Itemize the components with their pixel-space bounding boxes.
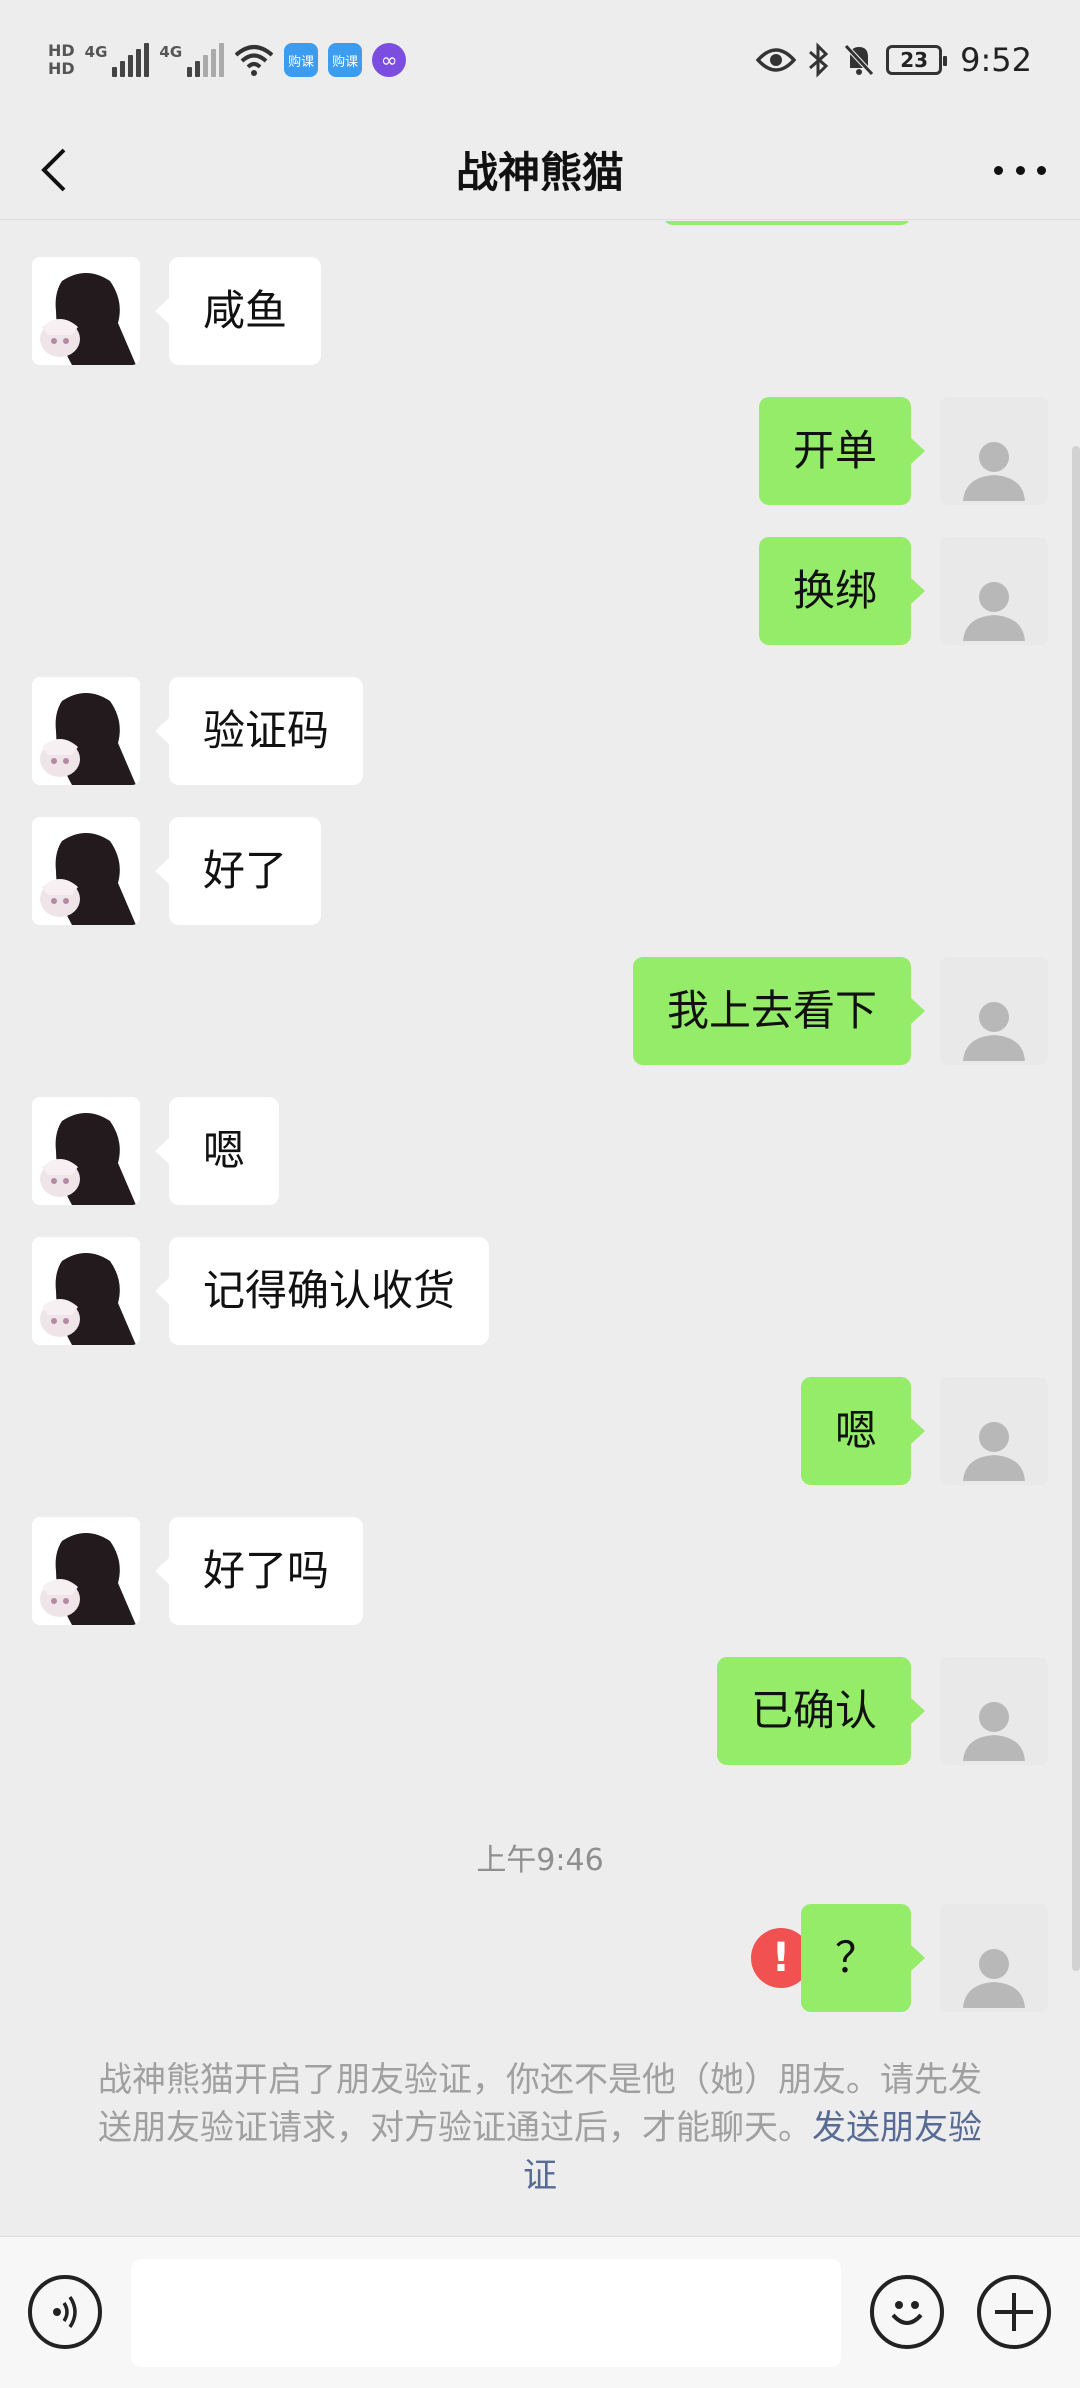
message-list[interactable]: 咸鱼 开单 换绑 验证码 好了 我上去看下 嗯 记得确认收货 嗯 好了吗 已确认 xyxy=(0,221,1080,2021)
wifi-icon xyxy=(234,45,274,76)
anime-avatar-icon xyxy=(32,677,140,785)
message-bubble[interactable]: 好了吗 xyxy=(154,1517,364,1625)
message-row: 好了吗 xyxy=(0,1517,1080,1625)
status-left: HD HD 4G 4G 购课 购课 ∞ xyxy=(48,42,407,78)
bluetooth-icon xyxy=(809,42,829,78)
message-row: 好了 xyxy=(0,817,1080,925)
message-bubble[interactable]: 我上去看下 xyxy=(632,957,926,1065)
emoji-button[interactable] xyxy=(870,2275,944,2349)
message-row: 换绑 xyxy=(0,537,1080,645)
time-separator: 上午9:46 xyxy=(476,1843,604,1878)
anime-avatar-icon xyxy=(32,257,140,365)
friend-verification-notice: 战神熊猫开启了朋友验证，你还不是他（她）朋友。请先发送朋友验证请求，对方验证通过… xyxy=(90,2056,990,2200)
infinity-app-icon: ∞ xyxy=(372,43,407,77)
self-avatar[interactable] xyxy=(940,1657,1048,1765)
self-avatar[interactable] xyxy=(940,397,1048,505)
more-actions-button[interactable] xyxy=(977,2275,1051,2349)
chat-header: 战神熊猫 xyxy=(0,120,1080,220)
message-bubble[interactable]: 验证码 xyxy=(154,677,364,785)
peer-avatar[interactable] xyxy=(32,1237,140,1345)
battery-icon: 23 xyxy=(886,45,948,75)
scrollbar[interactable] xyxy=(1072,446,1080,1971)
self-avatar[interactable] xyxy=(940,1377,1048,1485)
self-avatar[interactable] xyxy=(940,537,1048,645)
default-user-icon xyxy=(963,582,1025,641)
message-bubble[interactable]: 好了 xyxy=(154,817,322,925)
peer-avatar[interactable] xyxy=(32,817,140,925)
default-user-icon xyxy=(963,1422,1025,1481)
smiley-icon xyxy=(891,2301,923,2325)
message-row: 验证码 xyxy=(0,677,1080,785)
hd-label-1: HD xyxy=(48,41,75,60)
message-bubble[interactable]: 嗯 xyxy=(154,1097,280,1205)
voice-input-button[interactable] xyxy=(28,2275,102,2349)
status-clock: 9:52 xyxy=(960,41,1032,79)
network-type-1: 4G xyxy=(84,43,108,61)
message-bubble[interactable]: 记得确认收货 xyxy=(154,1237,490,1345)
chevron-left-icon xyxy=(41,148,66,192)
message-row: ! ？ xyxy=(0,1904,1080,2012)
muted-bell-icon xyxy=(844,44,874,76)
chat-title: 战神熊猫 xyxy=(455,148,624,197)
message-row: 嗯 xyxy=(0,1097,1080,1205)
default-user-icon xyxy=(963,1702,1025,1761)
self-avatar[interactable] xyxy=(940,957,1048,1065)
default-user-icon xyxy=(963,1949,1025,2008)
app-notification-icon-1: 购课 xyxy=(284,43,319,77)
hd-indicator: HD HD xyxy=(48,42,75,78)
eye-icon xyxy=(756,48,797,72)
default-user-icon xyxy=(963,1002,1025,1061)
peer-avatar[interactable] xyxy=(32,257,140,365)
message-row: 已确认 xyxy=(0,1657,1080,1765)
plus-icon xyxy=(995,2293,1033,2331)
message-row: 记得确认收货 xyxy=(0,1237,1080,1345)
status-right: 23 9:52 xyxy=(756,41,1032,79)
message-row: 咸鱼 xyxy=(0,257,1080,365)
message-bubble[interactable]: 咸鱼 xyxy=(154,257,322,365)
message-input[interactable] xyxy=(131,2259,841,2367)
message-bubble[interactable]: ？ xyxy=(800,1904,926,2012)
anime-avatar-icon xyxy=(32,1517,140,1625)
back-button[interactable] xyxy=(30,144,82,196)
peer-avatar[interactable] xyxy=(32,677,140,785)
more-options-button[interactable] xyxy=(990,144,1050,196)
message-bubble[interactable]: 嗯 xyxy=(800,1377,926,1485)
network-type-2: 4G xyxy=(159,43,183,61)
message-bubble[interactable]: 开单 xyxy=(758,397,926,505)
signal-icon-2: 4G xyxy=(159,43,225,77)
self-avatar[interactable] xyxy=(940,1904,1048,2012)
previous-message-bubble xyxy=(663,221,911,225)
anime-avatar-icon xyxy=(32,1237,140,1345)
message-bubble[interactable]: 已确认 xyxy=(716,1657,926,1765)
message-row: 我上去看下 xyxy=(0,957,1080,1065)
peer-avatar[interactable] xyxy=(32,1097,140,1205)
hd-label-2: HD xyxy=(48,59,75,78)
input-bar xyxy=(0,2236,1080,2388)
more-dot-icon xyxy=(994,165,1003,175)
anime-avatar-icon xyxy=(32,817,140,925)
more-dot-icon xyxy=(1015,165,1025,175)
signal-icon-1: 4G xyxy=(85,43,150,77)
voice-icon xyxy=(53,2296,77,2328)
message-row: 嗯 xyxy=(0,1377,1080,1485)
more-dot-icon xyxy=(1037,165,1046,175)
message-bubble[interactable]: 换绑 xyxy=(758,537,926,645)
anime-avatar-icon xyxy=(32,1097,140,1205)
app-notification-icon-2: 购课 xyxy=(328,43,363,77)
peer-avatar[interactable] xyxy=(32,1517,140,1625)
message-row: 开单 xyxy=(0,397,1080,505)
default-user-icon xyxy=(963,442,1025,501)
status-bar: HD HD 4G 4G 购课 购课 ∞ 23 9:52 xyxy=(0,0,1080,120)
